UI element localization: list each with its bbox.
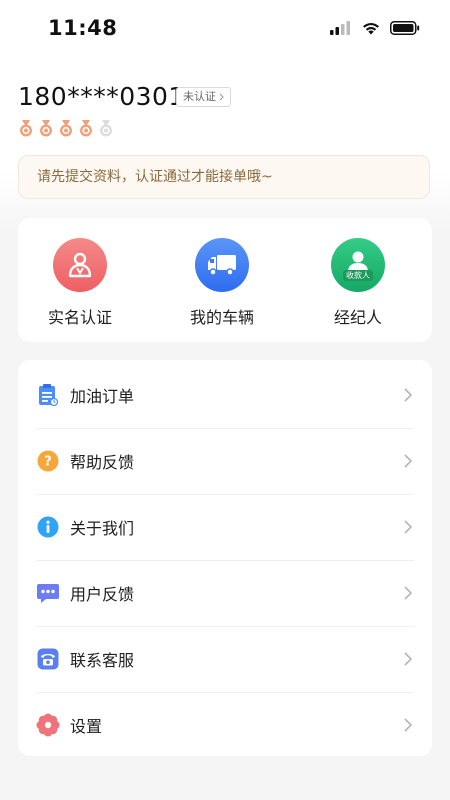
- quick-actions-card: 实名认证 我的车辆 收款人 经纪人: [18, 218, 432, 342]
- verify-status-tag[interactable]: 未认证: [176, 87, 231, 107]
- menu-item-label: 联系客服: [70, 651, 135, 670]
- notice-banner: 请先提交资料，认证通过才能接单哦~: [18, 155, 430, 199]
- help-icon: ?: [36, 449, 60, 473]
- agent-badge-text: 收款人: [343, 269, 373, 281]
- quick-action-my-vehicle[interactable]: 我的车辆: [172, 238, 272, 328]
- menu-card: 加油订单 ? 帮助反馈 关于我们 用户反馈 联系客服 设置: [18, 360, 432, 756]
- agent-icon: 收款人: [331, 238, 385, 292]
- quick-action-label: 实名认证: [47, 308, 112, 327]
- menu-item-user-feedback[interactable]: 用户反馈: [36, 560, 414, 627]
- fuel-order-icon: [36, 383, 60, 407]
- medal-icon-active: [40, 120, 52, 137]
- chevron-right-icon: [219, 93, 224, 101]
- medal-icon-active: [80, 120, 92, 137]
- chevron-right-icon: [404, 520, 413, 534]
- chevron-right-icon: [404, 454, 413, 468]
- truck-icon: [195, 238, 249, 292]
- chat-bubble-icon: [36, 581, 60, 605]
- person-id-icon: [53, 238, 107, 292]
- telephone-icon: [36, 647, 60, 671]
- cellular-signal-icon: [330, 21, 350, 35]
- menu-item-label: 关于我们: [70, 519, 135, 538]
- menu-item-label: 帮助反馈: [70, 453, 135, 472]
- menu-item-about-us[interactable]: 关于我们: [36, 494, 414, 561]
- menu-item-settings[interactable]: 设置: [36, 692, 414, 758]
- menu-item-help-feedback[interactable]: ? 帮助反馈: [36, 428, 414, 495]
- svg-text:?: ?: [44, 455, 52, 470]
- menu-item-label: 加油订单: [70, 387, 135, 406]
- chevron-right-icon: [404, 652, 413, 666]
- medal-icon-inactive: [100, 120, 112, 137]
- chevron-right-icon: [404, 388, 413, 402]
- battery-icon: [390, 21, 420, 35]
- medal-rating: [18, 120, 114, 137]
- menu-item-customer-service[interactable]: 联系客服: [36, 626, 414, 693]
- chevron-right-icon: [404, 718, 413, 732]
- verify-status-label: 未认证: [183, 90, 216, 103]
- phone-number: 180****0301: [18, 82, 185, 111]
- status-bar: 11:48: [0, 0, 450, 60]
- status-time: 11:48: [48, 16, 118, 40]
- chevron-right-icon: [404, 586, 413, 600]
- menu-item-label: 用户反馈: [70, 585, 135, 604]
- menu-item-fuel-orders[interactable]: 加油订单: [36, 362, 414, 429]
- quick-action-real-name-auth[interactable]: 实名认证: [30, 238, 130, 328]
- info-icon: [36, 515, 60, 539]
- quick-action-agent[interactable]: 收款人 经纪人: [308, 238, 408, 328]
- medal-icon-active: [20, 120, 32, 137]
- quick-action-label: 经纪人: [333, 308, 382, 327]
- settings-flower-icon: [36, 713, 60, 737]
- quick-action-label: 我的车辆: [189, 308, 254, 327]
- menu-item-label: 设置: [70, 717, 103, 736]
- medal-icon-active: [60, 120, 72, 137]
- status-icons: [330, 21, 420, 35]
- wifi-icon: [363, 23, 379, 35]
